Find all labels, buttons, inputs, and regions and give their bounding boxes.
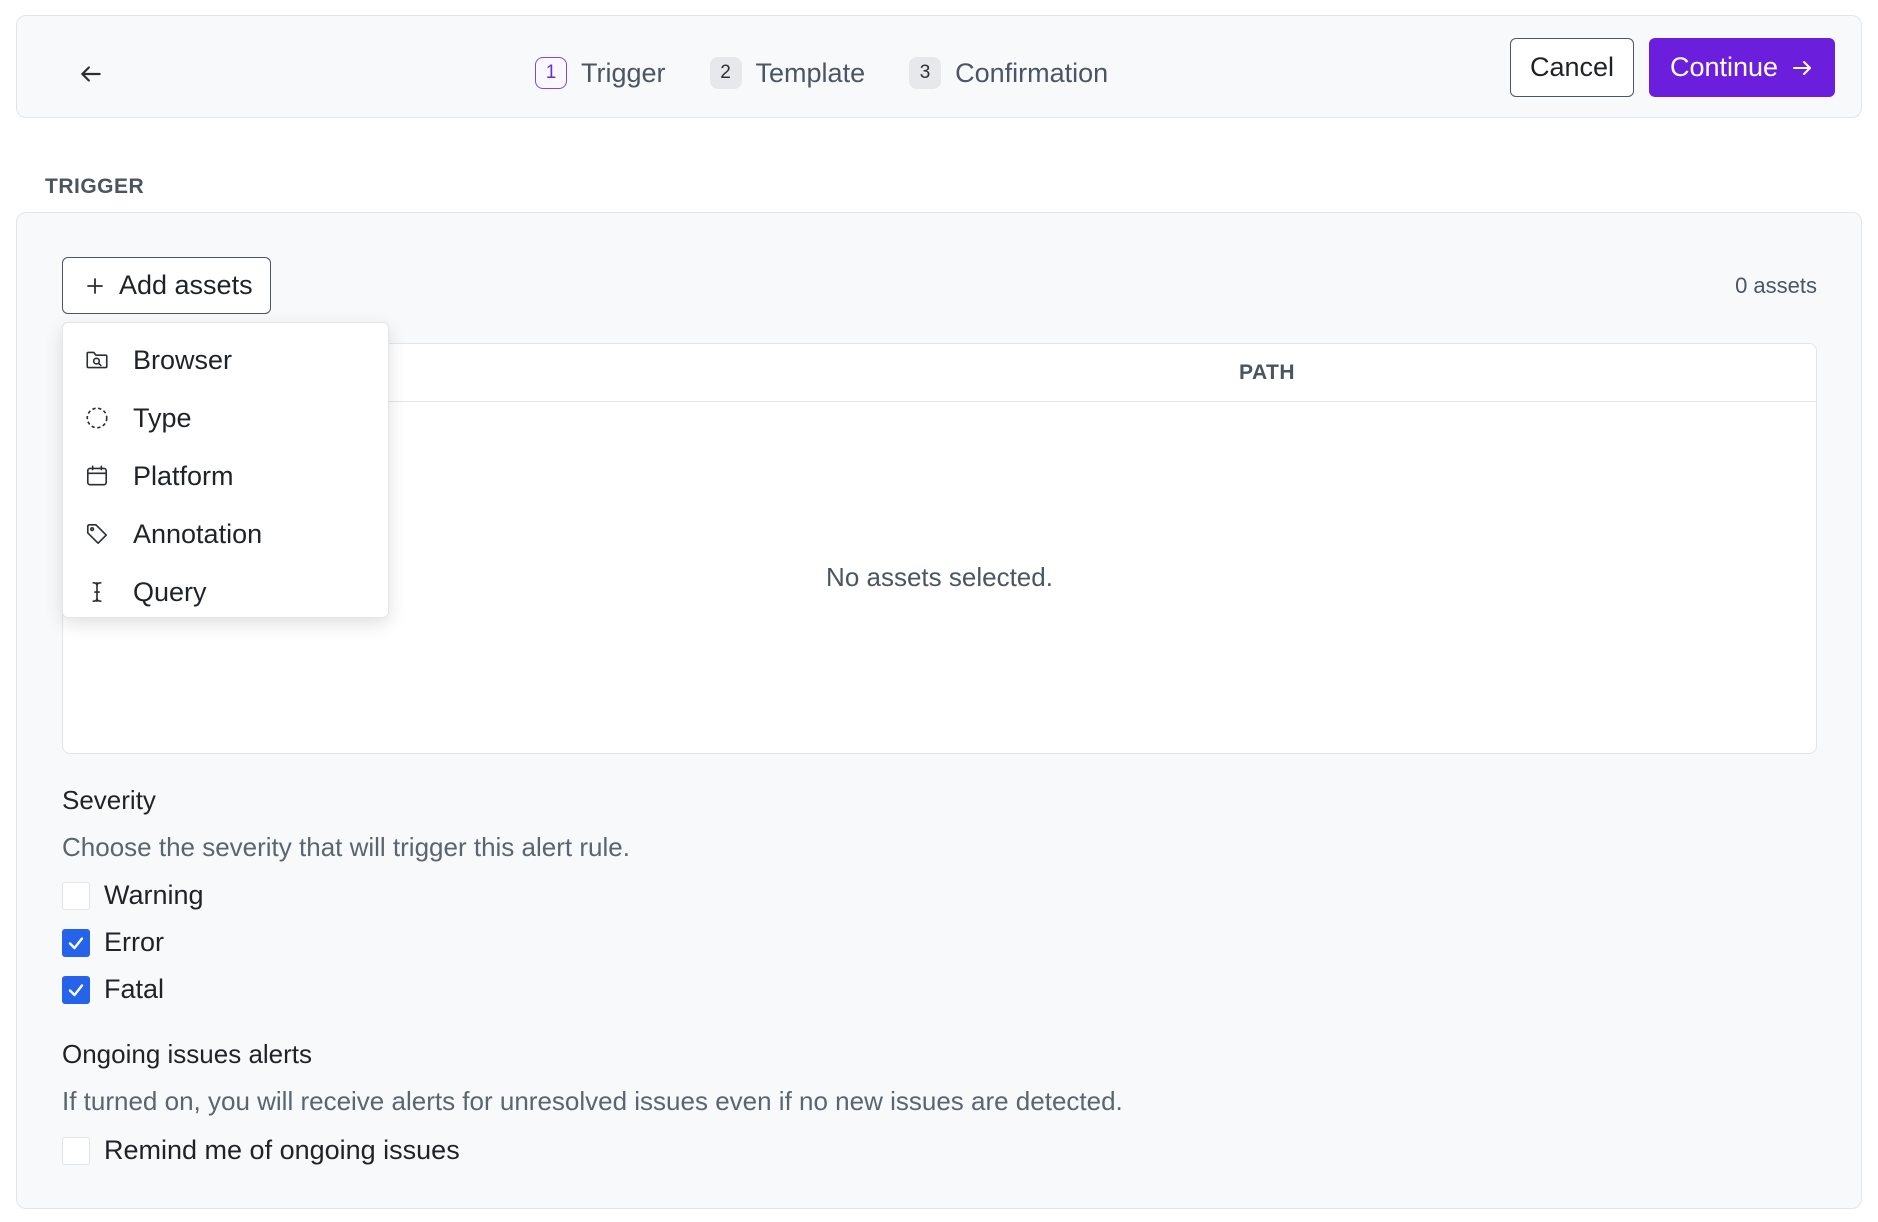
checkbox-label: Remind me of ongoing issues bbox=[104, 1135, 460, 1165]
step-number: 2 bbox=[709, 57, 742, 89]
step-label: Template bbox=[755, 57, 866, 88]
menu-item-annotation[interactable]: Annotation bbox=[63, 505, 388, 563]
wizard-header: 1 Trigger 2 Template 3 Confirmation Canc… bbox=[16, 15, 1862, 118]
menu-item-label: Type bbox=[133, 402, 192, 433]
step-label: Trigger bbox=[581, 57, 666, 88]
add-assets-label: Add assets bbox=[119, 270, 253, 300]
add-assets-menu: Browser Type Platform Annotation Query bbox=[62, 322, 389, 618]
menu-item-label: Platform bbox=[133, 460, 234, 491]
tag-icon bbox=[83, 520, 111, 548]
remind-ongoing-option[interactable]: Remind me of ongoing issues bbox=[62, 1135, 460, 1166]
menu-item-label: Annotation bbox=[133, 518, 263, 549]
severity-title: Severity bbox=[62, 785, 156, 815]
menu-item-label: Query bbox=[133, 576, 207, 607]
severity-description: Choose the severity that will trigger th… bbox=[62, 832, 630, 862]
dashed-circle-icon bbox=[83, 404, 111, 432]
checkbox[interactable] bbox=[62, 1136, 90, 1165]
asset-count: 0 assets bbox=[1735, 273, 1817, 298]
step-trigger[interactable]: 1 Trigger bbox=[535, 57, 666, 89]
checkbox[interactable] bbox=[62, 881, 90, 910]
severity-option-error[interactable]: Error bbox=[62, 927, 164, 958]
step-template[interactable]: 2 Template bbox=[709, 57, 866, 89]
step-number: 3 bbox=[909, 57, 942, 89]
checkbox[interactable] bbox=[62, 975, 90, 1004]
stepper: 1 Trigger 2 Template 3 Confirmation bbox=[535, 53, 1108, 93]
plus-icon bbox=[87, 277, 103, 294]
step-label: Confirmation bbox=[955, 57, 1109, 88]
folder-search-icon bbox=[83, 346, 111, 374]
check-icon bbox=[68, 983, 84, 996]
continue-label: Continue bbox=[1669, 52, 1779, 82]
checkbox-label: Error bbox=[104, 927, 164, 957]
severity-option-warning[interactable]: Warning bbox=[62, 880, 204, 911]
menu-item-query[interactable]: Query bbox=[63, 563, 388, 621]
column-header-path[interactable]: PATH bbox=[1239, 361, 1295, 385]
text-cursor-icon bbox=[83, 578, 111, 606]
add-assets-button[interactable]: Add assets bbox=[62, 257, 271, 314]
ongoing-description: If turned on, you will receive alerts fo… bbox=[62, 1086, 1123, 1116]
checkbox-label: Warning bbox=[104, 880, 204, 910]
checkbox[interactable] bbox=[62, 928, 90, 957]
back-button[interactable] bbox=[73, 56, 109, 92]
severity-option-fatal[interactable]: Fatal bbox=[62, 974, 164, 1005]
check-icon bbox=[68, 936, 84, 949]
step-confirmation[interactable]: 3 Confirmation bbox=[909, 57, 1108, 89]
menu-item-platform[interactable]: Platform bbox=[63, 447, 388, 505]
arrow-right-icon bbox=[1793, 60, 1812, 75]
menu-item-type[interactable]: Type bbox=[63, 389, 388, 447]
menu-item-browser[interactable]: Browser bbox=[63, 331, 388, 389]
menu-item-label: Browser bbox=[133, 344, 233, 375]
cancel-button[interactable]: Cancel bbox=[1510, 38, 1634, 97]
step-number: 1 bbox=[535, 57, 567, 89]
section-label: TRIGGER bbox=[45, 175, 145, 198]
continue-button[interactable]: Continue bbox=[1649, 38, 1835, 97]
checkbox-label: Fatal bbox=[104, 974, 165, 1004]
calendar-icon bbox=[83, 462, 111, 490]
arrow-left-icon bbox=[81, 66, 101, 82]
ongoing-title: Ongoing issues alerts bbox=[62, 1039, 313, 1069]
